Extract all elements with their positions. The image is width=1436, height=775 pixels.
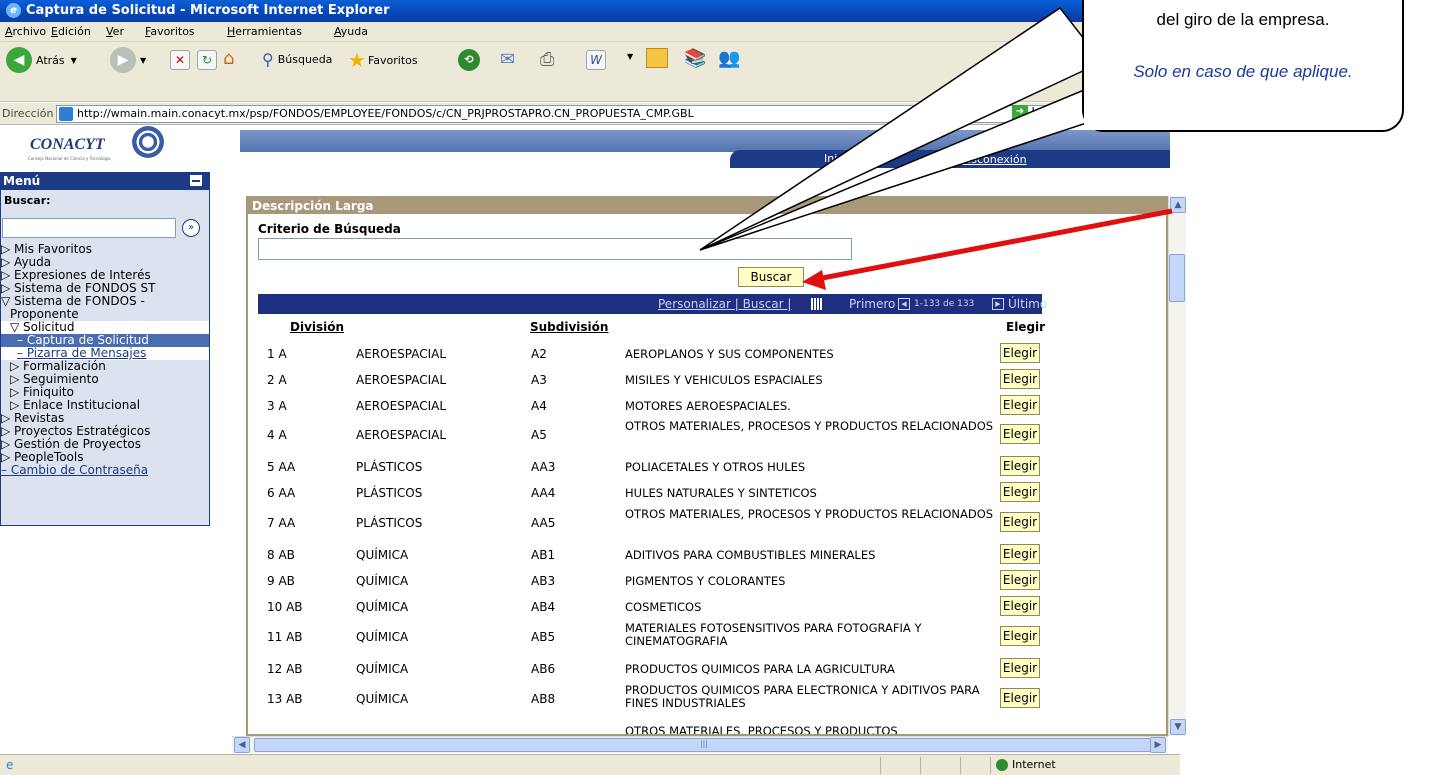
red-arrow-head-icon [802,270,826,290]
callout-text-1: del giro de la empresa. [1156,10,1330,29]
red-arrow-line [811,208,1173,283]
callout-box: del giro de la empresa. Solo en caso de … [1082,0,1404,132]
callout-pointer-2 [699,73,1121,251]
callout-text-2: Solo en caso de que aplique. [1133,62,1353,81]
